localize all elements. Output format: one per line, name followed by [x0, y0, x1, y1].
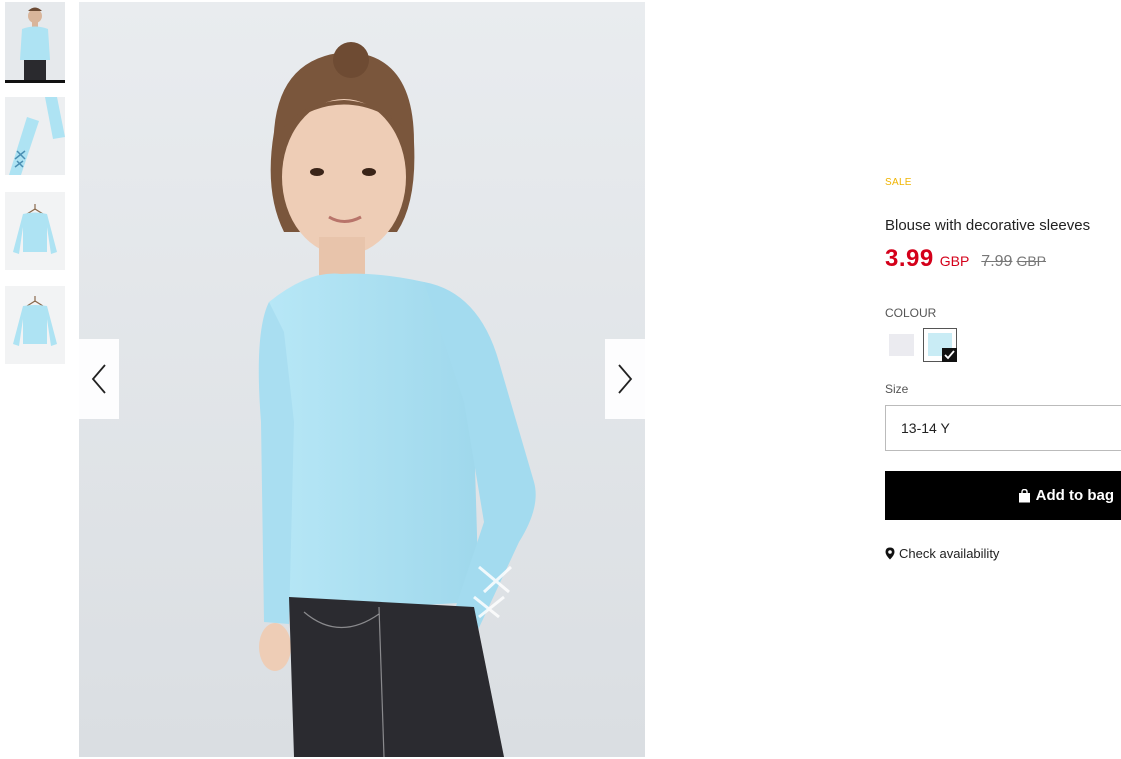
old-price-currency: GBP [1016, 253, 1047, 269]
main-product-image [79, 2, 645, 757]
chevron-left-icon [91, 364, 106, 394]
thumbnail-image [5, 2, 65, 80]
chevron-right-icon [618, 364, 633, 394]
map-pin-icon [885, 547, 895, 560]
next-image-button[interactable] [605, 339, 645, 419]
size-selected-value: 13-14 Y [901, 420, 950, 436]
product-page: SALE Blouse with decorative sleeves 3.99… [0, 0, 1121, 759]
thumbnail-sleeve-detail[interactable] [5, 97, 65, 175]
old-price: 7.99 [981, 253, 1013, 270]
thumbnail-image [5, 192, 65, 270]
colour-label: COLOUR [885, 306, 937, 320]
product-details: SALE Blouse with decorative sleeves 3.99… [885, 0, 1121, 759]
colour-swatches [885, 328, 985, 362]
size-label: Size [885, 382, 909, 396]
thumbnail-image [5, 97, 65, 175]
price-row: 3.99 GBP 7.99 GBP [885, 245, 1046, 273]
product-title: Blouse with decorative sleeves [885, 217, 1091, 234]
swatch-light-grey[interactable] [889, 334, 914, 356]
swatch-light-blue[interactable] [923, 328, 957, 362]
thumbnail-model-front[interactable] [5, 2, 65, 83]
size-select[interactable]: 13-14 Y [885, 405, 1121, 451]
previous-image-button[interactable] [79, 339, 119, 419]
add-to-bag-button[interactable]: Add to bag [885, 471, 1121, 520]
checkmark-icon [942, 348, 957, 362]
shopping-bag-icon [1018, 488, 1031, 503]
add-to-bag-label: Add to bag [1035, 487, 1114, 504]
current-price: 3.99 [885, 245, 934, 272]
check-availability-label: Check availability [899, 546, 1000, 561]
thumbnail-image [5, 286, 65, 364]
thumbnail-hanger-front[interactable] [5, 192, 65, 270]
model-photo [79, 2, 645, 757]
check-availability-link[interactable]: Check availability [885, 546, 999, 561]
current-price-currency: GBP [939, 253, 970, 269]
sale-badge: SALE [885, 177, 912, 188]
thumbnail-hanger-back[interactable] [5, 286, 65, 364]
